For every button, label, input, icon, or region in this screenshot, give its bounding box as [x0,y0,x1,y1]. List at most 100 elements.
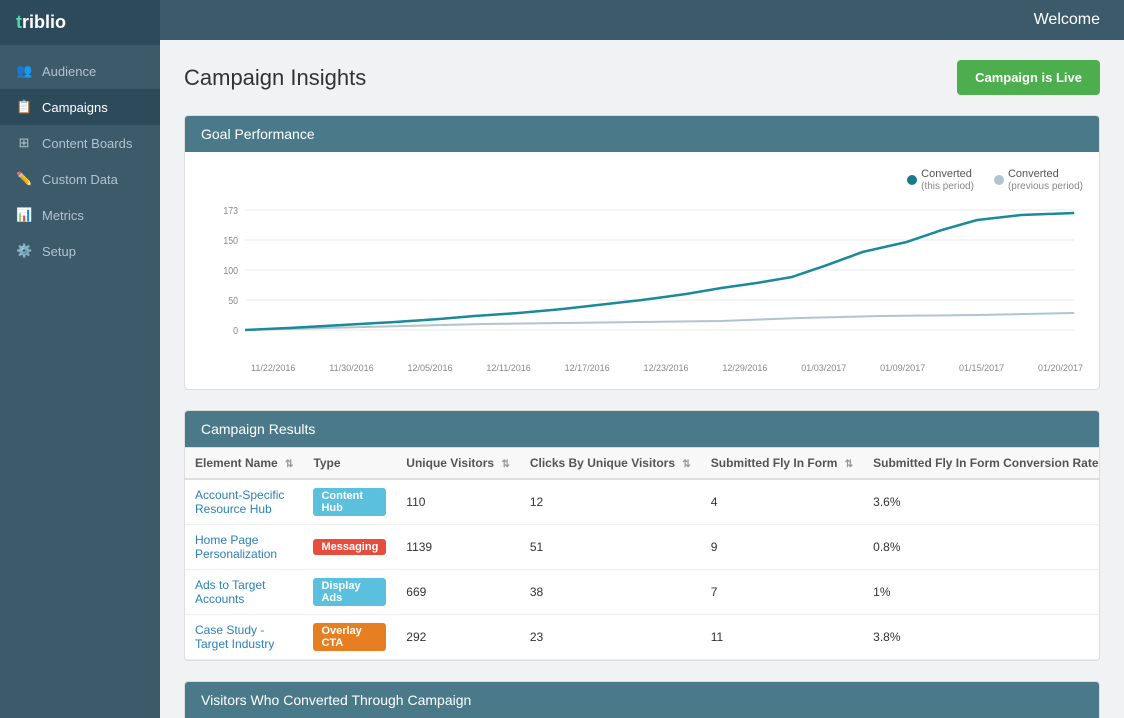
results-table: Element Name ⇅ Type Unique Visitors ⇅ [185,447,1100,660]
svg-text:50: 50 [228,294,238,306]
x-label-5: 12/23/2016 [643,363,688,373]
prev-period-line [245,313,1074,330]
cell-unique-visitors: 669 [396,570,520,615]
col-element-name[interactable]: Element Name ⇅ [185,448,303,480]
goal-performance-header: Goal Performance [185,116,1099,152]
x-label-0: 11/22/2016 [251,363,295,373]
top-header: Welcome [160,0,1124,40]
page-title: Campaign Insights [184,65,366,91]
svg-text:150: 150 [223,234,238,246]
x-label-3: 12/11/2016 [486,363,530,373]
col-unique-visitors[interactable]: Unique Visitors ⇅ [396,448,520,480]
element-name-link[interactable]: Account-Specific Resource Hub [195,488,284,516]
content-area: Campaign Insights Campaign is Live Goal … [160,40,1124,718]
main-area: Welcome Campaign Insights Campaign is Li… [160,0,1124,718]
setup-icon: ⚙️ [16,243,32,259]
cell-submitted: 7 [701,570,863,615]
current-period-line [245,213,1074,330]
sort-submitted[interactable]: ⇅ [845,459,853,470]
type-badge: Messaging [313,539,386,555]
cell-element-name: Account-Specific Resource Hub [185,479,303,525]
cell-conversion-rate: 3.6% [863,479,1100,525]
cell-element-name: Case Study - Target Industry [185,615,303,660]
cell-unique-visitors: 110 [396,479,520,525]
x-label-9: 01/15/2017 [959,363,1004,373]
content-boards-icon: ⊞ [16,135,32,151]
cell-clicks: 23 [520,615,701,660]
sort-unique-visitors[interactable]: ⇅ [501,459,509,470]
col-submitted[interactable]: Submitted Fly In Form ⇅ [701,448,863,480]
cell-unique-visitors: 1139 [396,525,520,570]
sidebar-item-content-boards[interactable]: ⊞ Content Boards [0,125,160,161]
legend-prev-dot [994,175,1004,185]
cell-type: Display Ads [303,570,396,615]
sidebar-item-label: Metrics [42,208,84,223]
cell-submitted: 4 [701,479,863,525]
goal-performance-body: Converted (this period) Converted (previ… [185,152,1099,389]
sidebar-item-label: Audience [42,64,96,79]
campaigns-icon: 📋 [16,99,32,115]
cell-type: Overlay CTA [303,615,396,660]
campaign-results-section: Campaign Results Element Name ⇅ Type [184,410,1100,661]
col-clicks[interactable]: Clicks By Unique Visitors ⇅ [520,448,701,480]
svg-text:173: 173 [223,204,238,216]
sort-element-name[interactable]: ⇅ [285,459,293,470]
cell-unique-visitors: 292 [396,615,520,660]
type-badge: Content Hub [313,488,386,516]
element-name-link[interactable]: Home Page Personalization [195,533,277,561]
sidebar-nav: 👥 Audience 📋 Campaigns ⊞ Content Boards … [0,53,160,269]
sidebar-item-label: Content Boards [42,136,132,151]
sidebar-item-setup[interactable]: ⚙️ Setup [0,233,160,269]
sidebar-item-label: Custom Data [42,172,118,187]
campaign-results-header: Campaign Results [185,411,1099,447]
legend-prev-label: Converted (previous period) [1008,168,1083,192]
table-row: Case Study - Target Industry Overlay CTA… [185,615,1100,660]
col-type[interactable]: Type [303,448,396,480]
sort-clicks[interactable]: ⇅ [682,459,690,470]
audience-icon: 👥 [16,63,32,79]
sidebar-item-audience[interactable]: 👥 Audience [0,53,160,89]
svg-text:0: 0 [233,324,238,336]
x-axis-labels: 11/22/2016 11/30/2016 12/05/2016 12/11/2… [201,363,1083,373]
x-label-2: 12/05/2016 [407,363,452,373]
cell-clicks: 51 [520,525,701,570]
cell-clicks: 38 [520,570,701,615]
visitors-section: Visitors Who Converted Through Campaign … [184,681,1100,718]
table-row: Account-Specific Resource Hub Content Hu… [185,479,1100,525]
col-conversion-rate[interactable]: Submitted Fly In Form Conversion Rate ⇅ [863,448,1100,480]
cell-submitted: 9 [701,525,863,570]
visitors-header: Visitors Who Converted Through Campaign [185,682,1099,718]
cell-element-name: Home Page Personalization [185,525,303,570]
chart-container: 173 150 100 50 0 11/22/2016 11/30/2016 [201,200,1083,373]
element-name-link[interactable]: Case Study - Target Industry [195,623,274,651]
x-label-4: 12/17/2016 [565,363,610,373]
svg-text:100: 100 [223,264,238,276]
campaign-live-button[interactable]: Campaign is Live [957,60,1100,95]
legend-current-dot [907,175,917,185]
cell-type: Content Hub [303,479,396,525]
custom-data-icon: ✏️ [16,171,32,187]
metrics-icon: 📊 [16,207,32,223]
cell-conversion-rate: 3.8% [863,615,1100,660]
legend-current-label: Converted (this period) [921,168,974,192]
cell-conversion-rate: 1% [863,570,1100,615]
sidebar-item-metrics[interactable]: 📊 Metrics [0,197,160,233]
type-badge: Overlay CTA [313,623,386,651]
element-name-link[interactable]: Ads to Target Accounts [195,578,266,606]
sidebar: triblio 👥 Audience 📋 Campaigns ⊞ Content… [0,0,160,718]
legend-current: Converted (this period) [907,168,974,192]
x-label-6: 12/29/2016 [722,363,767,373]
campaign-results-body: Element Name ⇅ Type Unique Visitors ⇅ [185,447,1099,660]
legend-prev: Converted (previous period) [994,168,1083,192]
page-header: Campaign Insights Campaign is Live [184,60,1100,95]
sidebar-item-label: Setup [42,244,76,259]
welcome-text: Welcome [1034,11,1100,29]
goal-chart-svg: 173 150 100 50 0 [201,200,1083,360]
x-label-1: 11/30/2016 [329,363,373,373]
x-label-8: 01/09/2017 [880,363,925,373]
table-row: Home Page Personalization Messaging 1139… [185,525,1100,570]
goal-performance-section: Goal Performance Converted (this period) [184,115,1100,390]
sidebar-item-custom-data[interactable]: ✏️ Custom Data [0,161,160,197]
type-badge: Display Ads [313,578,386,606]
sidebar-item-campaigns[interactable]: 📋 Campaigns [0,89,160,125]
